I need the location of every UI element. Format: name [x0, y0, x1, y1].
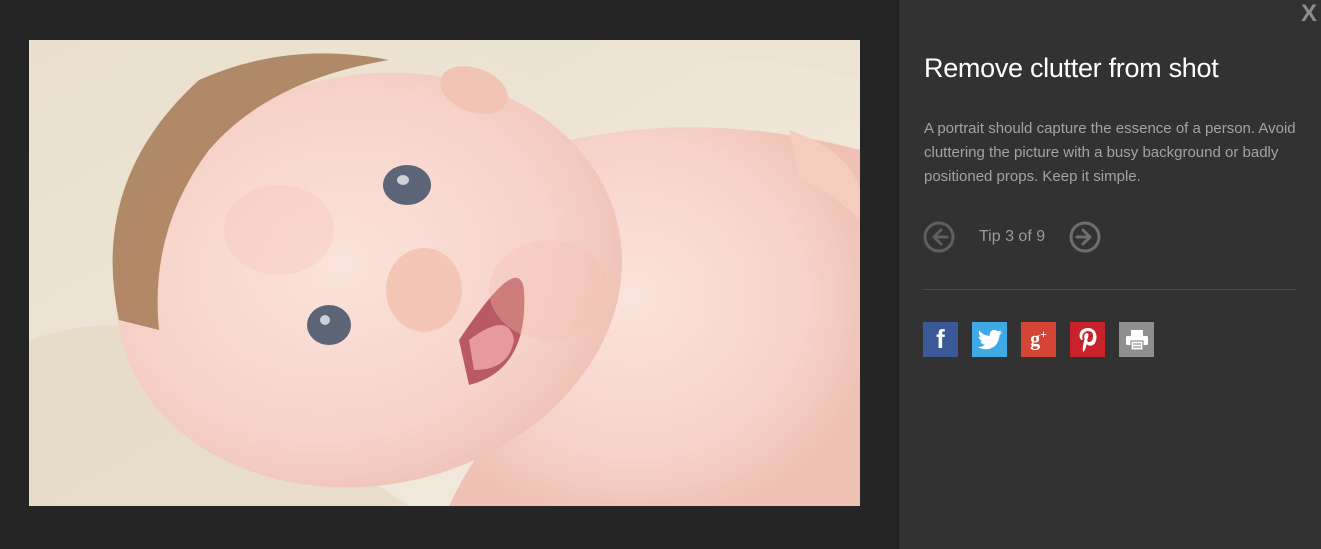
lightbox: X Remove clutter from shot A portrait sh… [0, 0, 1321, 549]
pinterest-share-button[interactable] [1070, 322, 1105, 357]
twitter-share-button[interactable] [972, 322, 1007, 357]
tip-photo [29, 40, 860, 506]
google-plus-sup: + [1040, 327, 1047, 342]
google-plus-icon: g+ [1030, 327, 1047, 352]
baby-photo-illustration [29, 40, 860, 506]
tip-counter: Tip 3 of 9 [979, 228, 1046, 245]
arrow-right-circle-icon[interactable] [1069, 221, 1101, 253]
tip-description: A portrait should capture the essence of… [924, 120, 1296, 185]
pinterest-icon [1079, 327, 1096, 352]
google-plus-glyph: g [1030, 328, 1041, 351]
close-button[interactable]: X [1301, 0, 1317, 28]
tip-navigation: Tip 3 of 9 [923, 220, 1101, 254]
print-icon [1125, 329, 1148, 351]
facebook-icon: f [936, 324, 945, 354]
print-button[interactable] [1119, 322, 1154, 357]
tip-info-panel: X Remove clutter from shot A portrait sh… [899, 0, 1321, 549]
section-divider [923, 289, 1296, 290]
photo-pane [0, 0, 897, 549]
google-plus-share-button[interactable]: g+ [1021, 322, 1056, 357]
facebook-share-button[interactable]: f [923, 322, 958, 357]
twitter-icon [977, 329, 1002, 349]
share-buttons: f g+ [923, 322, 1168, 357]
arrow-left-circle-icon[interactable] [923, 221, 955, 253]
tip-title: Remove clutter from shot [924, 53, 1219, 83]
